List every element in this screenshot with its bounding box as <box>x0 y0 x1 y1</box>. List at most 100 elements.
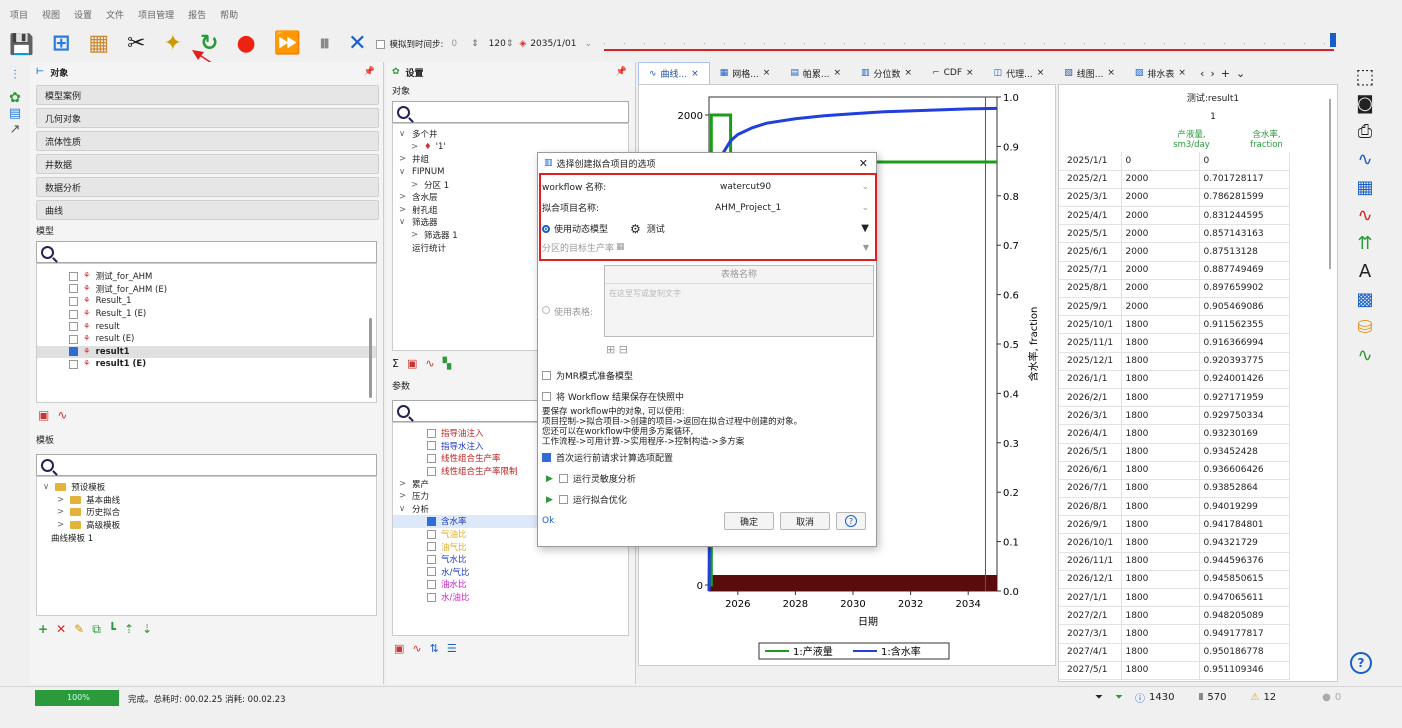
list-item[interactable]: ⚘ Result_1 (E) <box>37 308 376 321</box>
chevron-down-icon[interactable]: ∨ <box>399 504 409 514</box>
chevron-right-icon[interactable]: > <box>57 520 64 530</box>
param-checkbox[interactable] <box>427 516 436 526</box>
table-row[interactable]: 2027/1/1 1800 0.947065611 <box>1059 588 1290 608</box>
chevron-right-icon[interactable]: > <box>411 142 421 152</box>
save-icon[interactable]: 💾 <box>9 34 34 54</box>
curve-icon[interactable]: ∿ <box>412 642 421 655</box>
chevron-down-icon[interactable]: ∨ <box>43 482 49 492</box>
model-checkbox[interactable] <box>69 284 78 294</box>
count-field[interactable]: 120 <box>489 39 506 49</box>
radio-button[interactable] <box>542 306 550 314</box>
menu-item[interactable]: 报告 <box>188 8 206 21</box>
grid-icon[interactable]: ▦ <box>1345 174 1385 202</box>
table-row[interactable]: 2027/3/1 1800 0.949177817 <box>1059 624 1290 644</box>
chevron-right-icon[interactable]: > <box>399 192 409 202</box>
tree-item[interactable]: > 高级模板 <box>37 519 376 532</box>
scrollbar[interactable] <box>369 318 372 398</box>
warning-icon[interactable]: ⚠ <box>1250 692 1259 703</box>
param-checkbox[interactable] <box>427 554 436 564</box>
table-row[interactable]: 2026/12/1 1800 0.945850615 <box>1059 570 1290 590</box>
table-row[interactable]: 2027/5/1 1800 0.951109346 <box>1059 661 1290 680</box>
tree-item[interactable]: ∨ 多个井 <box>393 128 628 141</box>
workflow-select[interactable]: watercut90 <box>720 182 861 192</box>
table-row[interactable]: 2025/5/1 2000 0.857143163 <box>1059 224 1290 244</box>
param-checkbox[interactable] <box>427 567 436 577</box>
stop-icon[interactable]: ✕ <box>348 33 366 55</box>
close-icon[interactable]: × <box>1107 68 1115 78</box>
project-select[interactable]: AHM_Project_1 <box>715 203 861 213</box>
tree-item[interactable]: 水/气比 <box>393 566 628 579</box>
cube-icon[interactable]: ⬚ <box>1345 62 1385 90</box>
fast-forward-icon[interactable]: ⏩ <box>274 33 301 55</box>
table-row[interactable]: 2025/2/1 2000 0.701728117 <box>1059 170 1290 189</box>
table-icon[interactable]: ▣ <box>394 642 404 655</box>
param-checkbox[interactable] <box>427 542 436 552</box>
table-row[interactable]: 2025/4/1 2000 0.831244595 <box>1059 206 1290 226</box>
table-row[interactable]: 2026/2/1 1800 0.927171959 <box>1059 388 1290 408</box>
model-checkbox[interactable] <box>69 296 78 306</box>
chevron-right-icon[interactable]: > <box>57 507 64 517</box>
scroll-left-icon[interactable]: ‹ <box>1200 67 1204 80</box>
save-checkbox[interactable] <box>542 392 551 401</box>
expand-icon[interactable]: ▶ <box>546 474 553 484</box>
dropdown-arrow-icon[interactable]: ▼ <box>861 223 869 234</box>
param-checkbox[interactable] <box>427 428 436 438</box>
help-button[interactable]: ? <box>836 512 866 530</box>
ruler-icon[interactable]: Ⅱ <box>1198 692 1203 703</box>
curve-icon[interactable]: ∿ <box>425 357 434 370</box>
up-icon[interactable]: ⇡ <box>124 622 134 636</box>
help-icon[interactable]: ? <box>1350 652 1372 674</box>
chevron-right-icon[interactable]: > <box>399 205 409 215</box>
optimization-checkbox[interactable] <box>558 495 568 504</box>
close-icon[interactable]: × <box>1178 68 1186 78</box>
cut-icon[interactable]: ✂ <box>127 33 145 55</box>
sort-icon[interactable]: ⇅ <box>430 642 439 655</box>
timeline-slider[interactable] <box>604 33 1337 51</box>
close-icon[interactable]: × <box>1037 68 1045 78</box>
table-row[interactable]: 2026/8/1 1800 0.94019299 <box>1059 497 1290 517</box>
expand-icon[interactable]: ▶ <box>546 495 553 505</box>
table-row[interactable]: 2025/6/1 2000 0.87513128 <box>1059 242 1290 262</box>
table-row[interactable]: 2025/8/1 2000 0.897659902 <box>1059 279 1290 299</box>
model-checkbox[interactable] <box>69 359 78 369</box>
list-item[interactable]: ⚘ result1 <box>37 345 376 359</box>
model-checkbox[interactable] <box>69 271 78 281</box>
layout-icon[interactable]: ▤ <box>0 106 30 122</box>
add-tab-icon[interactable]: + <box>1221 67 1230 80</box>
tree-icon[interactable]: ⫶ <box>0 62 30 90</box>
tree-item[interactable]: > 历史拟合 <box>37 506 376 519</box>
chevron-right-icon[interactable]: > <box>399 491 409 501</box>
chevron-right-icon[interactable]: > <box>411 180 421 190</box>
table-row[interactable]: 2027/4/1 1800 0.950186778 <box>1059 643 1290 662</box>
tab-item[interactable]: ∿ 曲线... × <box>638 62 710 84</box>
list-item[interactable]: ⚘ result (E) <box>37 333 376 346</box>
menu-item[interactable]: 项目 <box>10 8 28 21</box>
tab-item[interactable]: ▥ 分位数 × <box>851 62 922 84</box>
filter-edit-icon[interactable]: ⏷ <box>1115 692 1123 703</box>
pin-icon[interactable]: 📌 <box>616 67 627 77</box>
close-icon[interactable]: × <box>691 69 699 79</box>
section-button[interactable]: 数据分析 <box>36 177 379 197</box>
param-checkbox[interactable] <box>427 466 436 476</box>
sim-checkbox[interactable] <box>375 39 385 49</box>
chevron-down-icon[interactable]: ⌄ <box>584 39 592 49</box>
section-button[interactable]: 模型案例 <box>36 85 379 105</box>
curve-settings-icon[interactable]: ∿ <box>1345 202 1385 230</box>
chevron-down-icon[interactable]: ⌄ <box>861 203 869 213</box>
table-row[interactable]: 2026/10/1 1800 0.94321729 <box>1059 533 1290 553</box>
scroll-right-icon[interactable]: › <box>1210 67 1214 80</box>
tab-item[interactable]: ▦ 网格... × <box>710 62 781 84</box>
close-icon[interactable]: ✕ <box>859 157 868 170</box>
list-item[interactable]: ⚘ Result_1 <box>37 295 376 308</box>
wrench-icon[interactable]: ↗ <box>0 122 30 138</box>
mr-checkbox[interactable] <box>542 371 551 380</box>
pin-icon[interactable]: 📌 <box>364 67 375 77</box>
chevron-down-icon[interactable]: ⌄ <box>861 182 869 192</box>
param-checkbox[interactable] <box>427 592 436 602</box>
model-select[interactable]: 测试 <box>647 222 862 235</box>
close-icon[interactable]: × <box>763 68 771 78</box>
param-checkbox[interactable] <box>427 441 436 451</box>
section-button[interactable]: 几何对象 <box>36 108 379 128</box>
edit-icon[interactable]: ✎ <box>74 622 84 636</box>
table-row[interactable]: 2026/9/1 1800 0.941784801 <box>1059 515 1290 535</box>
